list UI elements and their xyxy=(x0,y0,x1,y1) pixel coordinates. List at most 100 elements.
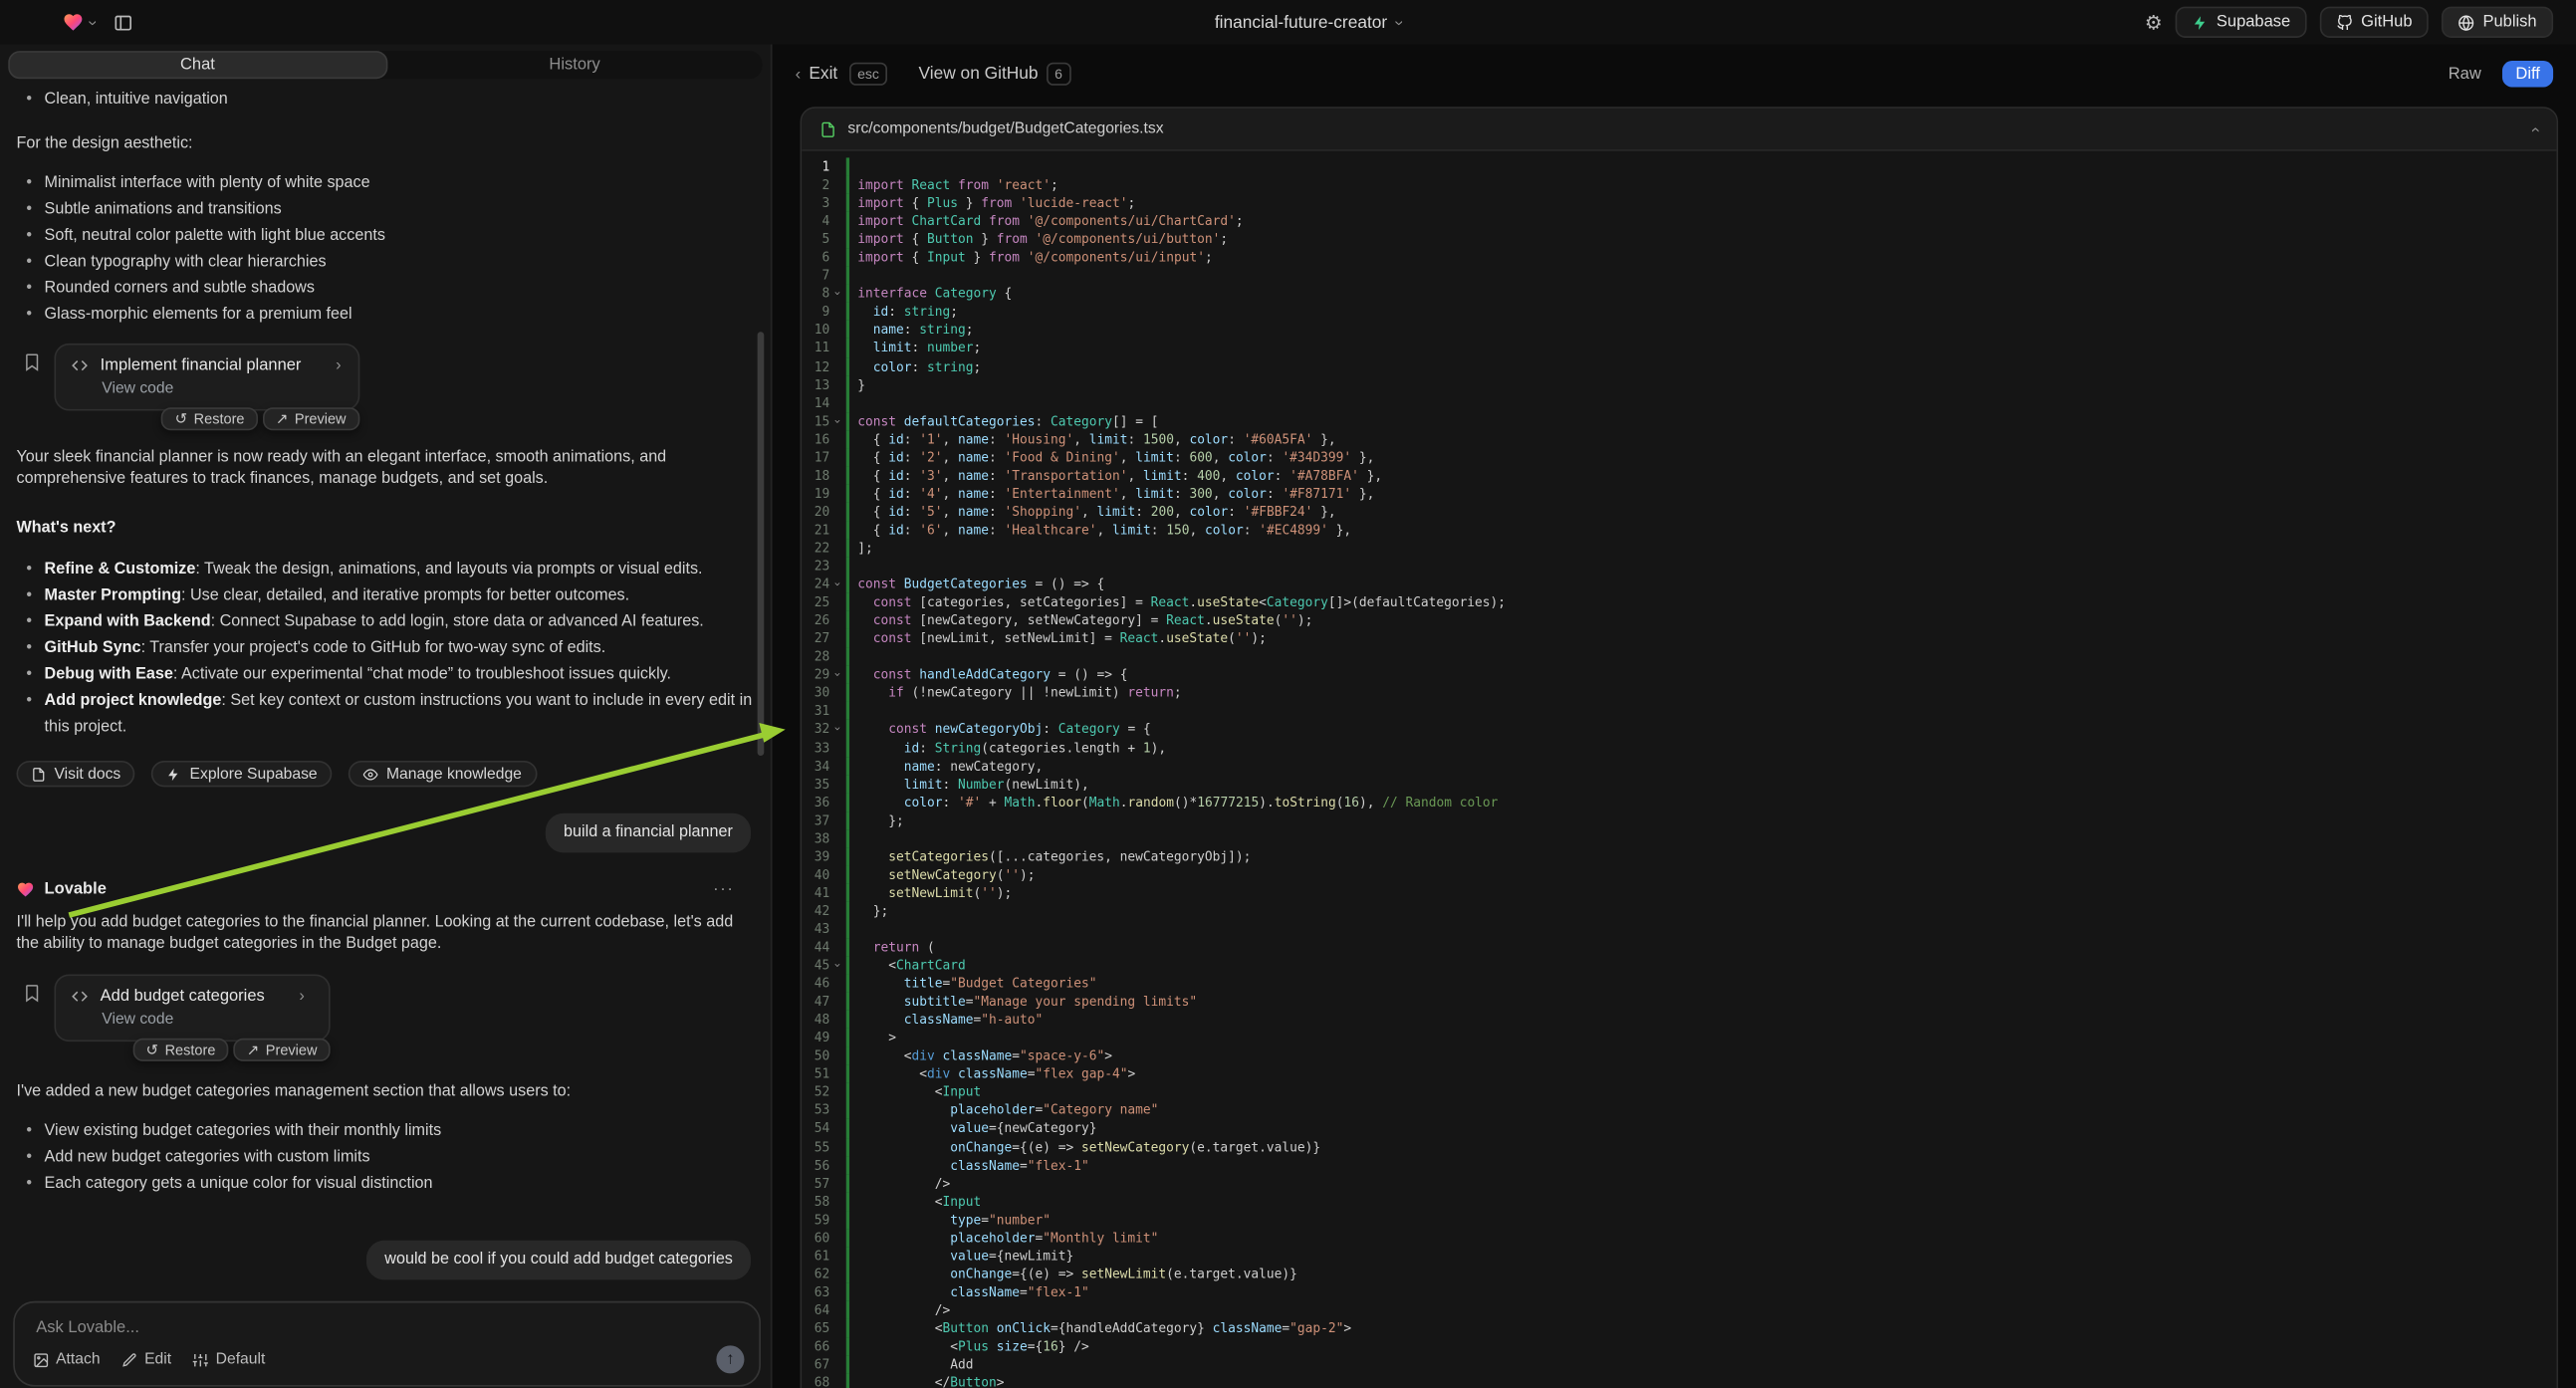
diff-added-bar xyxy=(846,938,849,956)
code-line: 65 <Button onClick={handleAddCategory} c… xyxy=(802,1319,2556,1337)
esc-key-badge: esc xyxy=(849,63,887,85)
code-text: color: string; xyxy=(849,357,981,375)
restore-button[interactable]: ↺ Restore xyxy=(132,1039,228,1061)
publish-button[interactable]: Publish xyxy=(2442,7,2553,38)
explore-supabase-button[interactable]: Explore Supabase xyxy=(152,761,333,787)
mode-select[interactable]: Default xyxy=(193,1350,266,1368)
diff-added-bar xyxy=(846,865,849,883)
exit-button[interactable]: › Exit xyxy=(796,64,838,84)
code-text: ]; xyxy=(849,539,873,557)
code-text: name: newCategory, xyxy=(849,757,1043,775)
tab-chat[interactable]: Chat xyxy=(8,51,386,79)
fold-gutter xyxy=(829,521,844,539)
supabase-button[interactable]: Supabase xyxy=(2176,7,2307,38)
chat-scrollbar[interactable] xyxy=(758,332,765,756)
fold-toggle-icon[interactable]: › xyxy=(829,666,844,684)
diff-added-bar xyxy=(846,793,849,810)
list-item: Clean, intuitive navigation xyxy=(17,87,755,113)
line-number: 66 xyxy=(802,1337,829,1355)
code-text: <Input xyxy=(849,1083,981,1101)
visit-docs-button[interactable]: Visit docs xyxy=(17,761,136,787)
line-number: 23 xyxy=(802,557,829,575)
gear-icon: ⚙ xyxy=(2145,12,2163,32)
diff-added-bar xyxy=(846,775,849,793)
diff-toggle-button[interactable]: Diff xyxy=(2502,61,2553,87)
edit-card-title: Add budget categories xyxy=(101,988,265,1006)
preview-button[interactable]: ↗ Preview xyxy=(234,1039,331,1061)
fold-gutter xyxy=(829,321,844,339)
sliders-icon xyxy=(193,1351,210,1368)
bookmark-icon[interactable] xyxy=(23,984,41,1002)
code-line: 30 if (!newCategory || !newLimit) return… xyxy=(802,684,2556,702)
fold-toggle-icon[interactable]: › xyxy=(829,720,844,738)
code-text: > xyxy=(849,1029,896,1046)
manage-knowledge-button[interactable]: Manage knowledge xyxy=(349,761,537,787)
view-code-link[interactable]: View code xyxy=(102,1011,312,1029)
diff-added-bar xyxy=(846,430,849,448)
code-text xyxy=(849,648,865,666)
project-menu[interactable]: financial-future-creator › xyxy=(1215,12,1401,32)
list-item: Glass-morphic elements for a premium fee… xyxy=(17,303,755,329)
next-steps-list: Refine & Customize: Tweak the design, an… xyxy=(17,557,755,741)
code-editor[interactable]: 1 2import React from 'react';3import { P… xyxy=(802,151,2556,1388)
line-number: 48 xyxy=(802,1011,829,1029)
raw-toggle-button[interactable]: Raw xyxy=(2437,62,2492,87)
line-number: 21 xyxy=(802,521,829,539)
line-number: 43 xyxy=(802,920,829,938)
code-line: 17 { id: '2', name: 'Food & Dining', lim… xyxy=(802,448,2556,466)
fold-gutter xyxy=(829,757,844,775)
lovable-logo-menu[interactable]: › xyxy=(63,12,95,33)
toggle-sidebar-button[interactable] xyxy=(114,12,133,32)
code-line: 25 const [categories, setCategories] = R… xyxy=(802,593,2556,611)
fold-toggle-icon[interactable]: › xyxy=(829,412,844,430)
view-code-link[interactable]: View code xyxy=(102,379,341,397)
chat-message-list[interactable]: Clean, intuitive navigation For the desi… xyxy=(0,78,771,1296)
diff-added-bar xyxy=(846,230,849,248)
code-line: 52 <Input xyxy=(802,1083,2556,1101)
code-text: /> xyxy=(849,1174,950,1192)
restore-button[interactable]: ↺ Restore xyxy=(161,407,257,430)
list-item: Refine & Customize: Tweak the design, an… xyxy=(17,557,755,582)
code-line: 15›const defaultCategories: Category[] =… xyxy=(802,412,2556,430)
code-line: 20 { id: '5', name: 'Shopping', limit: 2… xyxy=(802,503,2556,521)
send-button[interactable]: ↑ xyxy=(716,1345,744,1373)
github-button[interactable]: GitHub xyxy=(2320,7,2429,38)
fold-gutter xyxy=(829,993,844,1011)
assistant-paragraph: I've added a new budget categories manag… xyxy=(17,1081,755,1102)
fold-toggle-icon[interactable]: › xyxy=(829,956,844,974)
code-text xyxy=(849,267,865,285)
code-text: if (!newCategory || !newLimit) return; xyxy=(849,684,1182,702)
diff-added-bar xyxy=(846,811,849,829)
diff-added-bar xyxy=(846,1174,849,1192)
preview-button[interactable]: ↗ Preview xyxy=(263,407,359,430)
line-number: 39 xyxy=(802,847,829,865)
more-options-icon[interactable]: ··· xyxy=(713,880,734,898)
chat-input[interactable]: Ask Lovable... xyxy=(15,1302,759,1337)
file-header[interactable]: src/components/budget/BudgetCategories.t… xyxy=(802,109,2556,151)
attach-button[interactable]: Attach xyxy=(33,1350,101,1368)
settings-button[interactable]: ⚙ xyxy=(2145,12,2163,32)
line-number: 37 xyxy=(802,811,829,829)
edit-card-implement-financial-planner[interactable]: Implement financial planner › View code … xyxy=(54,344,358,411)
bookmark-icon[interactable] xyxy=(23,353,41,371)
edit-button[interactable]: Edit xyxy=(121,1350,171,1368)
code-line: 57 /> xyxy=(802,1174,2556,1192)
github-label: GitHub xyxy=(2361,13,2412,31)
diff-added-bar xyxy=(846,902,849,920)
diff-added-bar xyxy=(846,340,849,357)
code-line: 37 }; xyxy=(802,811,2556,829)
line-number: 42 xyxy=(802,902,829,920)
list-item: Soft, neutral color palette with light b… xyxy=(17,223,755,249)
fold-gutter xyxy=(829,1247,844,1265)
diff-added-bar xyxy=(846,1211,849,1229)
diff-added-bar xyxy=(846,539,849,557)
diff-added-bar xyxy=(846,249,849,267)
eye-icon xyxy=(363,767,378,782)
code-panel: › Exit esc View on GitHub 6 Raw Diff src… xyxy=(773,45,2576,1388)
diff-added-bar xyxy=(846,557,849,575)
fold-toggle-icon[interactable]: › xyxy=(829,576,844,593)
edit-card-add-budget-categories[interactable]: Add budget categories › View code ↺ Rest… xyxy=(54,974,330,1041)
tab-history[interactable]: History xyxy=(387,51,763,79)
view-on-github-button[interactable]: View on GitHub 6 xyxy=(919,63,1071,85)
fold-toggle-icon[interactable]: › xyxy=(829,285,844,303)
